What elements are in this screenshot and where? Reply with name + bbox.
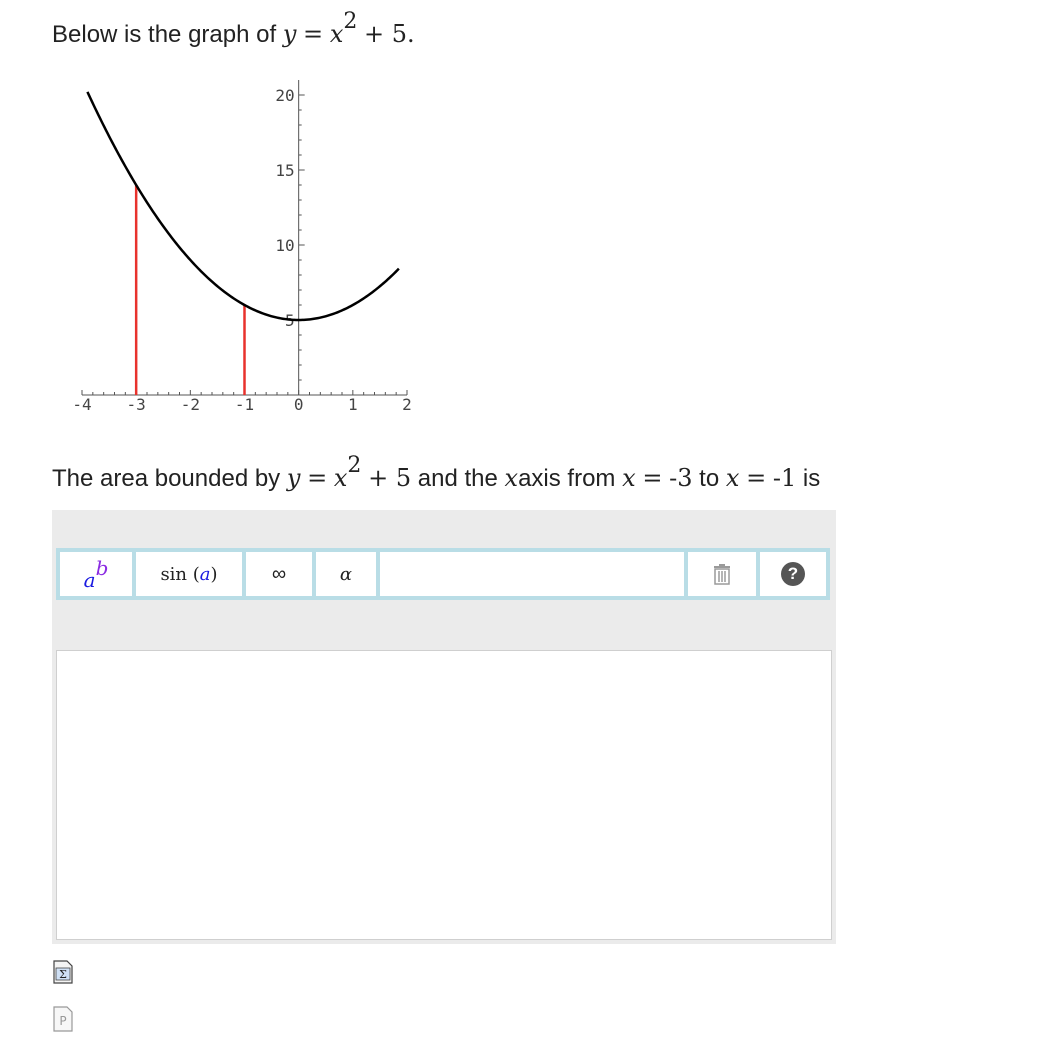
x-tick-label: 0 — [294, 395, 304, 414]
prompt-var-y: y — [286, 464, 301, 492]
upper-bound: -1 — [772, 464, 797, 492]
prompt-equals-2: = — [746, 464, 767, 492]
equals-sign: = — [303, 20, 324, 48]
prompt-text-3: axis from — [518, 465, 616, 492]
preview-icon[interactable]: P — [52, 1006, 74, 1032]
function-graph: -4 -3 -2 -1 0 1 25101520 — [72, 80, 412, 414]
x-tick-label: -1 — [235, 395, 254, 414]
lower-bound: -3 — [669, 464, 693, 492]
power-base: a — [83, 568, 96, 592]
y-tick-label: 20 — [275, 86, 294, 105]
power-button[interactable]: ab — [58, 550, 134, 598]
alpha-icon: α — [339, 563, 353, 585]
var-y: y — [282, 20, 297, 48]
prompt-equals: = — [307, 464, 328, 492]
x-tick-label: -3 — [127, 395, 146, 414]
prompt-text-4: to — [699, 465, 720, 492]
help-button[interactable]: ? — [758, 550, 828, 598]
help-icon: ? — [781, 562, 805, 586]
y-tick-label: 15 — [275, 161, 294, 180]
x-tick-label: -4 — [72, 395, 91, 414]
power-exp: b — [95, 556, 109, 580]
x-tick-label: 2 — [402, 395, 412, 414]
x-tick-label: -2 — [181, 395, 200, 414]
eq-tail: + 5. — [364, 20, 415, 48]
prompt-var-x2: x — [725, 464, 740, 492]
prompt-axis-var: x — [504, 464, 519, 492]
x-tick-label: 1 — [348, 395, 358, 414]
answer-area: ab sin (a) ∞ α ? — [52, 510, 836, 944]
infinity-button[interactable]: ∞ — [244, 550, 314, 598]
question-intro: Below is the graph of y = x2 + 5. — [52, 9, 415, 56]
y-tick-label: 10 — [275, 236, 294, 255]
sin-arg: a — [199, 563, 211, 585]
area-prompt: The area bounded by y = x2 + 5 and the x… — [52, 453, 821, 500]
exponent: 2 — [343, 9, 358, 34]
prompt-text-5: is — [802, 465, 821, 492]
equation-toolbar: ab sin (a) ∞ α ? — [56, 548, 830, 600]
p-glyph: P — [59, 1014, 66, 1028]
prompt-equals-1: = — [642, 464, 663, 492]
trash-button[interactable] — [686, 550, 758, 598]
sin-label: sin — [160, 563, 188, 585]
trash-icon — [714, 564, 730, 585]
prompt-text-1: The area bounded by — [52, 465, 281, 492]
equation-editor-icon[interactable]: Σ — [52, 960, 74, 984]
prompt-var-x: x — [333, 464, 348, 492]
toolbar-spacer — [378, 550, 686, 598]
alpha-button[interactable]: α — [314, 550, 378, 598]
sin-button[interactable]: sin (a) — [134, 550, 244, 598]
prompt-text-2: and the — [417, 465, 498, 492]
infinity-icon: ∞ — [271, 562, 287, 585]
prompt-exponent: 2 — [347, 453, 362, 478]
var-x: x — [329, 20, 344, 48]
sigma-glyph: Σ — [59, 968, 67, 981]
prompt-plus5: + 5 — [368, 464, 412, 492]
answer-input[interactable] — [56, 650, 832, 940]
parabola-curve — [86, 91, 400, 322]
prompt-var-x1: x — [622, 464, 636, 492]
intro-text: Below is the graph of — [52, 21, 277, 48]
